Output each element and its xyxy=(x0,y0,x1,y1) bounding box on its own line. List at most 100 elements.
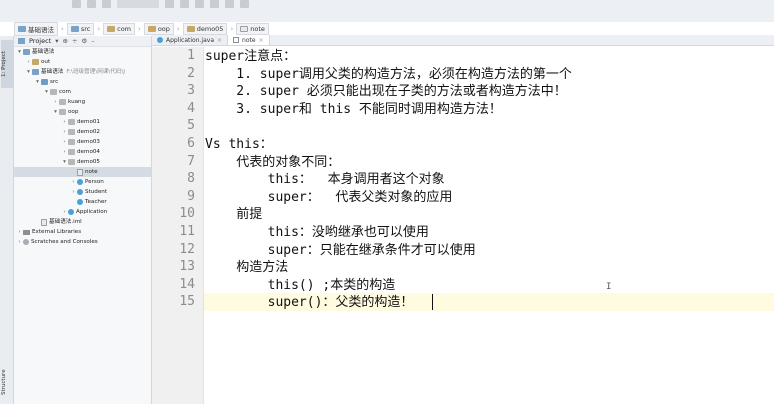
toolbar-button-icon[interactable] xyxy=(87,0,96,8)
chevron-down-icon[interactable]: ▾ xyxy=(25,67,32,77)
chevron-down-icon[interactable]: ▾ xyxy=(61,157,68,167)
project-tool-tab[interactable]: 1: Project xyxy=(1,40,13,88)
breadcrumb-item[interactable]: src xyxy=(66,22,95,35)
chevron-right-icon[interactable]: › xyxy=(61,147,68,157)
chevron-right-icon[interactable]: › xyxy=(52,97,59,107)
tree-item[interactable]: 基础语法.iml xyxy=(14,217,151,227)
locate-icon[interactable]: ⊕ xyxy=(63,37,68,45)
libs-icon xyxy=(23,229,30,235)
tree-item[interactable]: › Application xyxy=(14,207,151,217)
tree-item[interactable]: › Scratches and Consoles xyxy=(14,237,151,247)
chevron-right-icon[interactable]: › xyxy=(16,227,23,237)
collapse-icon[interactable]: ÷ xyxy=(72,37,77,45)
code-editor[interactable]: super注意点： 1. super调用父类的构造方法，必须在构造方法的第一个 … xyxy=(205,47,774,404)
folder-blue-icon xyxy=(32,69,39,75)
tree-item[interactable]: › Student xyxy=(14,187,151,197)
tree-item[interactable]: note xyxy=(14,167,151,177)
breadcrumb-item[interactable]: demo05 xyxy=(182,22,228,35)
gear-icon[interactable]: ⚙ xyxy=(81,37,87,45)
editor-tab[interactable]: note × xyxy=(228,35,270,45)
pkg-icon xyxy=(68,159,75,165)
tree-item[interactable]: ▾ 基础语法 xyxy=(14,47,151,57)
chevron-right-icon[interactable]: › xyxy=(16,237,23,247)
line-number: 14 xyxy=(179,276,195,292)
tree-item[interactable]: › External Libraries xyxy=(14,227,151,237)
tree-item[interactable]: › demo04 xyxy=(14,147,151,157)
code-line[interactable]: super： 代表父类对象的应用 xyxy=(205,189,453,207)
file-icon xyxy=(41,218,47,226)
code-line[interactable]: 代表的对象不同： xyxy=(205,154,340,172)
chevron-right-icon[interactable]: › xyxy=(61,207,68,217)
structure-tool-tab[interactable]: Structure xyxy=(1,364,13,400)
code-line[interactable]: super：只能在继承条件才可以使用 xyxy=(205,242,476,260)
tree-item[interactable]: › demo01 xyxy=(14,117,151,127)
close-icon[interactable]: × xyxy=(217,37,222,44)
folder-src-icon xyxy=(41,79,48,85)
tree-item[interactable]: ▾ com xyxy=(14,87,151,97)
pkg-icon xyxy=(68,129,75,135)
pkg-icon xyxy=(68,119,75,125)
tree-item[interactable]: Teacher xyxy=(14,197,151,207)
line-number: 10 xyxy=(179,206,195,222)
editor-tab[interactable]: Application.java × xyxy=(152,35,229,45)
tree-item[interactable]: › Person xyxy=(14,177,151,187)
breadcrumb-separator: › xyxy=(61,24,64,33)
project-view-icon xyxy=(18,38,25,44)
breadcrumb-separator: › xyxy=(230,24,234,33)
breadcrumb-item[interactable]: note xyxy=(236,22,269,35)
tree-item[interactable]: › out xyxy=(14,57,151,67)
chevron-right-icon[interactable]: › xyxy=(61,127,68,137)
pkg-icon xyxy=(68,149,75,155)
close-icon[interactable]: × xyxy=(259,37,264,44)
toolbar-button-icon[interactable] xyxy=(195,0,204,8)
tree-item-label: com xyxy=(59,89,71,95)
tree-item[interactable]: › demo02 xyxy=(14,127,151,137)
debug-icon[interactable] xyxy=(180,0,189,8)
code-line[interactable]: super()：父类的构造！ xyxy=(205,294,414,312)
chevron-down-icon[interactable]: ▾ xyxy=(52,107,59,117)
toolbar-button-icon[interactable] xyxy=(102,0,111,8)
toolbar-button-icon[interactable] xyxy=(72,0,81,8)
code-line[interactable]: 前提 xyxy=(205,206,262,224)
chevron-down-icon[interactable]: ▾ xyxy=(34,77,41,87)
chevron-down-icon[interactable]: ▾ xyxy=(43,87,50,97)
toolbar-button-icon[interactable] xyxy=(240,0,249,8)
breadcrumb-item[interactable]: com xyxy=(103,22,136,35)
breadcrumb-item[interactable]: oop xyxy=(143,22,174,35)
chevron-right-icon[interactable]: › xyxy=(25,57,32,67)
code-line[interactable]: this： 本身调用者这个对象 xyxy=(205,171,445,189)
line-number: 7 xyxy=(187,153,195,169)
tree-item-label: oop xyxy=(68,109,79,115)
tree-item[interactable]: › kuang xyxy=(14,97,151,107)
toolbar-button-icon[interactable] xyxy=(225,0,234,8)
code-line[interactable]: super注意点： xyxy=(205,48,296,66)
tree-item[interactable]: ▾ src xyxy=(14,77,151,87)
breadcrumb-separator: › xyxy=(138,24,141,33)
chevron-down-icon[interactable]: ▾ xyxy=(16,47,23,57)
tree-item[interactable]: ▾ demo05 xyxy=(14,157,151,167)
code-line[interactable]: 1. super调用父类的构造方法，必须在构造方法的第一个 xyxy=(205,66,572,84)
tree-item[interactable]: › demo03 xyxy=(14,137,151,147)
code-line[interactable]: 3. super和 this 不能同时调用构造方法！ xyxy=(205,101,502,119)
code-line[interactable]: this() ;本类的构造 xyxy=(205,277,396,295)
dropdown-icon[interactable]: ▾ xyxy=(55,37,58,45)
toolbar-button-icon[interactable] xyxy=(210,0,219,8)
chevron-right-icon[interactable]: › xyxy=(70,187,77,197)
project-panel: Project ▾ ⊕ ÷ ⚙ – ▾ 基础语法 › out ▾ 基础语法 F:\班级管理\… xyxy=(14,36,152,404)
code-line[interactable]: 构造方法 xyxy=(205,259,288,277)
tree-item-label: Person xyxy=(85,179,104,185)
hide-icon[interactable]: – xyxy=(91,37,94,45)
code-line[interactable]: Vs this： xyxy=(205,136,273,154)
run-config-selector[interactable] xyxy=(117,0,159,8)
code-line[interactable]: this：没哟继承也可以使用 xyxy=(205,224,429,242)
chevron-right-icon[interactable]: › xyxy=(61,137,68,147)
breadcrumb-item[interactable]: 基础语法 xyxy=(14,21,58,36)
tree-item[interactable]: ▾ oop xyxy=(14,107,151,117)
editor-tab-label: Application.java xyxy=(166,36,215,44)
chevron-right-icon[interactable]: › xyxy=(70,177,77,187)
run-icon[interactable] xyxy=(165,0,174,8)
code-line[interactable]: 2. super 必须只能出现在子类的方法或者构造方法中！ xyxy=(205,83,566,101)
tree-item[interactable]: ▾ 基础语法 F:\班级管理\网课\代码\J xyxy=(14,67,151,77)
chevron-right-icon[interactable]: › xyxy=(61,117,68,127)
project-view-selector[interactable]: Project xyxy=(29,37,51,45)
